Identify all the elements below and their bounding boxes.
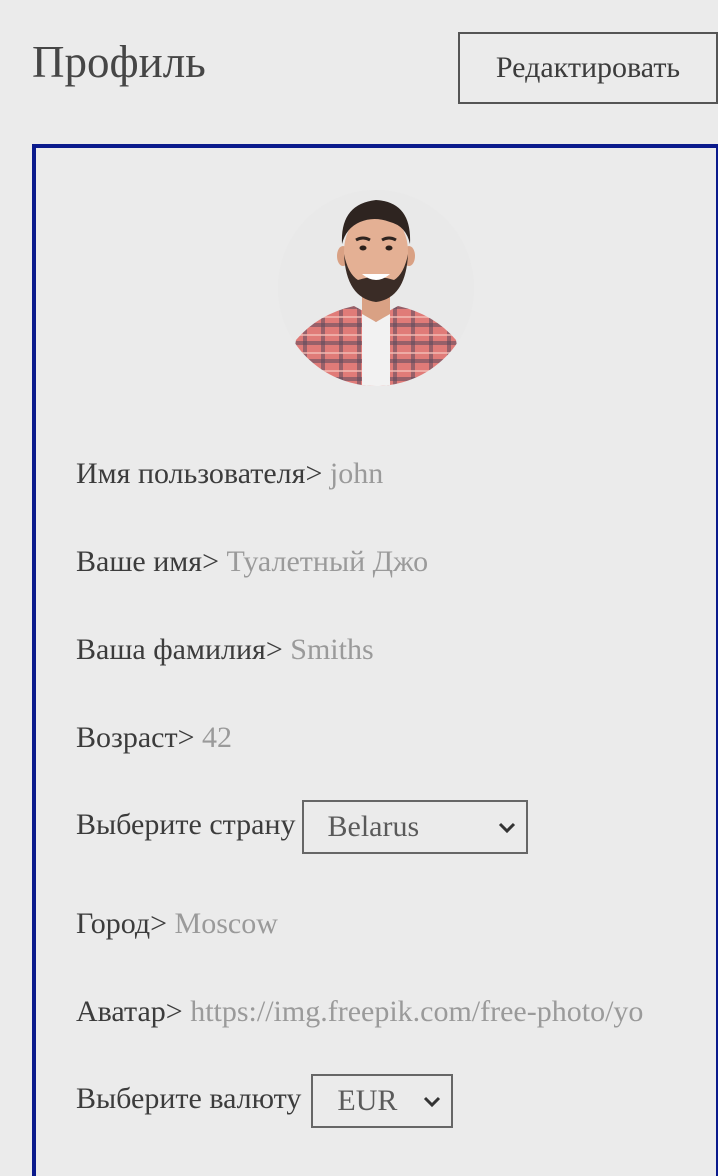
avatar bbox=[278, 190, 474, 386]
username-value: john bbox=[329, 457, 384, 490]
last-name-label: Ваша фамилия> bbox=[76, 633, 283, 666]
currency-select[interactable]: EUR bbox=[311, 1074, 454, 1128]
chevron-down-icon bbox=[498, 822, 515, 834]
currency-select-value: EUR bbox=[337, 1084, 398, 1117]
last-name-value: Smiths bbox=[290, 633, 374, 666]
city-row: Город> Moscow bbox=[76, 904, 278, 944]
user-photo-icon bbox=[278, 190, 474, 386]
city-value: Moscow bbox=[174, 907, 278, 940]
avatar-url-value: https://img.freepik.com/free-photo/yo bbox=[190, 995, 644, 1028]
profile-page: Профиль Редактировать Имя пользователя> … bbox=[0, 0, 718, 1176]
avatar-url-row: Аватар> https://img.freepik.com/free-pho… bbox=[76, 992, 665, 1032]
last-name-row: Ваша фамилия> Smiths bbox=[76, 630, 374, 670]
country-select[interactable]: Belarus bbox=[301, 800, 528, 854]
first-name-value: Туалетный Джо bbox=[226, 545, 429, 578]
city-label: Город> bbox=[76, 907, 168, 940]
country-label: Выберите страну bbox=[76, 807, 296, 841]
age-label: Возраст> bbox=[76, 721, 195, 754]
first-name-row: Ваше имя> Туалетный Джо bbox=[76, 542, 428, 582]
page-title: Профиль bbox=[32, 37, 206, 87]
age-value: 42 bbox=[202, 721, 233, 754]
first-name-label: Ваше имя> bbox=[76, 545, 219, 578]
age-row: Возраст> 42 bbox=[76, 718, 232, 758]
edit-button[interactable]: Редактировать bbox=[458, 32, 718, 104]
currency-label: Выберите валюту bbox=[76, 1081, 302, 1115]
chevron-down-icon bbox=[424, 1096, 441, 1108]
profile-card: Имя пользователя> john Ваше имя> Туалетн… bbox=[32, 144, 718, 1176]
username-row: Имя пользователя> john bbox=[76, 454, 383, 494]
avatar-url-label: Аватар> bbox=[76, 995, 183, 1028]
country-select-value: Belarus bbox=[327, 810, 420, 843]
country-row: Выберите страну Belarus bbox=[76, 800, 528, 854]
username-label: Имя пользователя> bbox=[76, 457, 323, 490]
currency-row: Выберите валюту EUR bbox=[76, 1074, 454, 1128]
